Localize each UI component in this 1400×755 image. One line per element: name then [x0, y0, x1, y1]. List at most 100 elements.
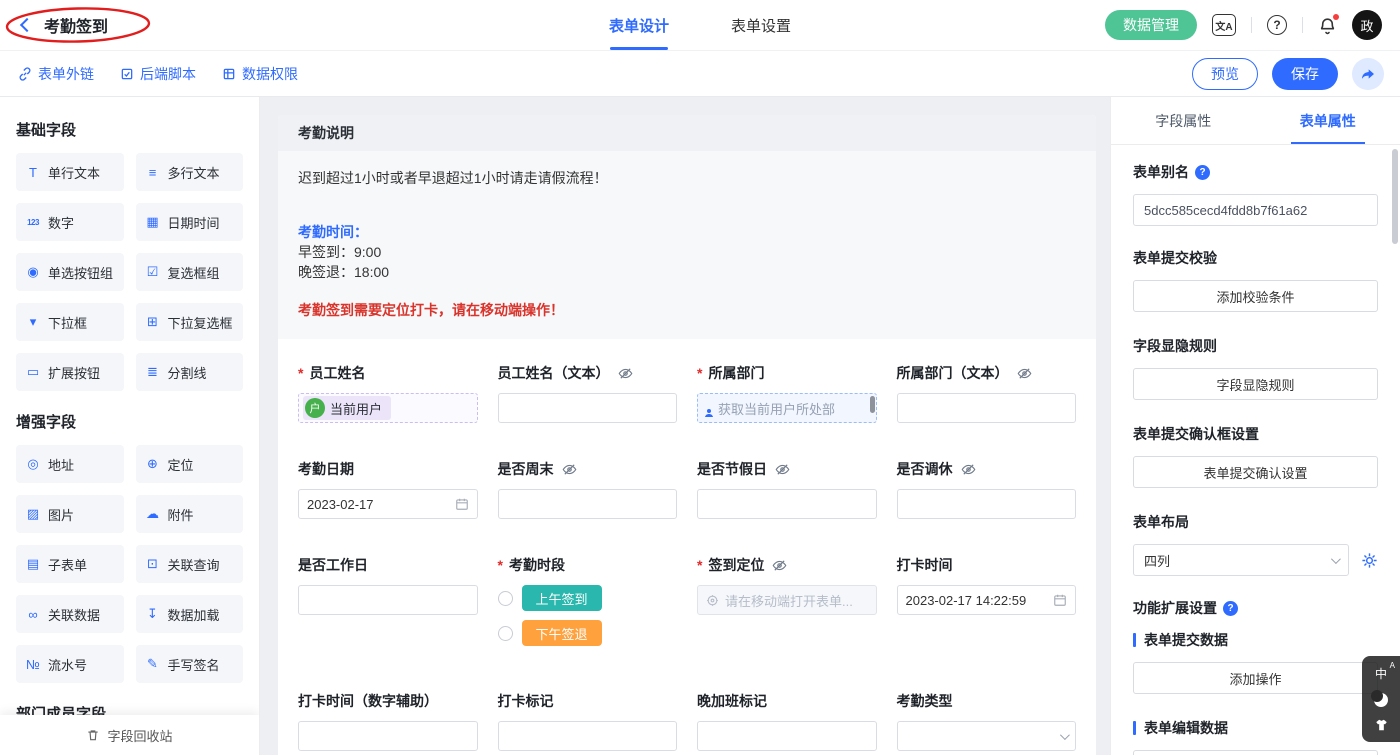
punch-time-picker[interactable]: 2023-02-17 14:22:59: [897, 585, 1077, 615]
divider: [1302, 17, 1303, 33]
field-item-number[interactable]: 123数字: [16, 203, 124, 241]
field-label: *签到定位: [697, 555, 877, 575]
location-icon: ⊕: [145, 456, 161, 472]
field-item-location[interactable]: ⊕定位: [136, 445, 244, 483]
field-item-image[interactable]: ▨图片: [16, 495, 124, 533]
edit-data-add-button[interactable]: 添加操作: [1133, 750, 1378, 755]
fields-grid: *员工姓名 户 当前用户 员工姓名（文本） *所属部门: [278, 339, 1096, 755]
field-item-data-load[interactable]: ↧数据加载: [136, 595, 244, 633]
field-item-multi-select[interactable]: ⊞下拉复选框: [136, 303, 244, 341]
dark-mode-icon[interactable]: [1374, 693, 1388, 707]
edit-data-label: 表单编辑数据: [1133, 718, 1378, 738]
tab-form-settings[interactable]: 表单设置: [731, 0, 791, 50]
field-item-signature[interactable]: ✎手写签名: [136, 645, 244, 683]
field-item-divider[interactable]: ≣分割线: [136, 353, 244, 391]
signin-location-control[interactable]: 请在移动端打开表单...: [697, 585, 877, 615]
field-item-select[interactable]: ▾ 下拉框: [16, 303, 124, 341]
dropdown-icon: ▾: [25, 314, 41, 330]
field-item-datetime[interactable]: ▦日期时间: [136, 203, 244, 241]
submit-validate-label: 表单提交校验: [1133, 248, 1378, 268]
data-manage-button[interactable]: 数据管理: [1105, 10, 1197, 40]
afternoon-signout-option: 下午签退: [498, 620, 678, 646]
field-item-serial-number[interactable]: №流水号: [16, 645, 124, 683]
form-external-link[interactable]: 表单外链: [18, 64, 94, 84]
item-label: 下拉框: [48, 313, 87, 332]
employee-name-text-input[interactable]: [498, 393, 678, 423]
is-adjusted-rest-input[interactable]: [897, 489, 1077, 519]
form-toolbar: 表单外链 后端脚本 数据权限 预览 保存: [0, 50, 1400, 97]
backend-script-link[interactable]: 后端脚本: [120, 64, 196, 84]
department-control[interactable]: 获取当前用户所处部: [697, 393, 877, 423]
data-permission-link[interactable]: 数据权限: [222, 64, 298, 84]
form-alias-input[interactable]: [1133, 194, 1378, 226]
field-visibility-rule-button[interactable]: 字段显隐规则: [1133, 368, 1378, 400]
punch-mark-input[interactable]: [498, 721, 678, 751]
share-icon: [1360, 66, 1376, 82]
back-icon[interactable]: [20, 18, 34, 32]
alias-help-icon[interactable]: ?: [1195, 165, 1210, 180]
properties-panel: 字段属性 表单属性 表单别名 ? 表单提交校验 添加校验条件 字段显隐规则 字段…: [1110, 97, 1400, 755]
layout-gear-icon[interactable]: [1361, 552, 1378, 569]
image-icon: ▨: [25, 506, 41, 522]
item-label: 关联查询: [168, 555, 220, 574]
help-icon[interactable]: ?: [1267, 15, 1287, 35]
add-validate-condition-button[interactable]: 添加校验条件: [1133, 280, 1378, 312]
radio-button[interactable]: [498, 591, 513, 606]
is-holiday-input[interactable]: [697, 489, 877, 519]
attendance-type-select[interactable]: [897, 721, 1077, 751]
required-star: *: [298, 365, 303, 381]
form-canvas: 考勤说明 迟到超过1小时或者早退超过1小时请走请假流程！ 考勤时间： 早签到：9…: [260, 97, 1110, 755]
datetime-value: 2023-02-17 14:22:59: [906, 593, 1027, 608]
field-item-checkbox-group[interactable]: ☑复选框组: [136, 253, 244, 291]
attendance-date-picker[interactable]: 2023-02-17: [298, 489, 478, 519]
overtime-mark-input[interactable]: [697, 721, 877, 751]
morning-signin-pill[interactable]: 上午签到: [522, 585, 602, 611]
tab-form-design[interactable]: 表单设计: [609, 0, 669, 50]
float-widget: 中A: [1362, 656, 1400, 742]
field-recycle-bin[interactable]: 字段回收站: [0, 715, 259, 755]
field-visibility-label: 字段显隐规则: [1133, 336, 1378, 356]
field-item-radio-group[interactable]: ◉单选按钮组: [16, 253, 124, 291]
department-text-input[interactable]: [897, 393, 1077, 423]
field-item-address[interactable]: ◎地址: [16, 445, 124, 483]
field-item-attachment[interactable]: ☁附件: [136, 495, 244, 533]
field-department: *所属部门 获取当前用户所处部: [697, 363, 877, 423]
panel-scrollbar[interactable]: [1392, 149, 1398, 244]
punch-time-numeric-input[interactable]: [298, 721, 478, 751]
field-label: 考勤类型: [897, 691, 1077, 711]
extend-help-icon[interactable]: ?: [1223, 601, 1238, 616]
is-workday-input[interactable]: [298, 585, 478, 615]
layout-select[interactable]: 四列: [1133, 544, 1349, 576]
field-item-multi-text[interactable]: ≡多行文本: [136, 153, 244, 191]
item-label: 扩展按钮: [48, 363, 100, 382]
field-item-extend-button[interactable]: ▭扩展按钮: [16, 353, 124, 391]
field-item-related-data[interactable]: ∞关联数据: [16, 595, 124, 633]
radio-button[interactable]: [498, 626, 513, 641]
submit-data-add-button[interactable]: 添加操作: [1133, 662, 1378, 694]
field-label: 员工姓名（文本）: [498, 363, 678, 383]
theme-skin-icon[interactable]: [1374, 718, 1389, 732]
is-weekend-input[interactable]: [498, 489, 678, 519]
afternoon-signout-pill[interactable]: 下午签退: [522, 620, 602, 646]
field-label: 晚加班标记: [697, 691, 877, 711]
morning-signin-text: 早签到：9:00: [298, 242, 1076, 262]
tab-field-properties[interactable]: 字段属性: [1111, 97, 1256, 144]
divider: [1251, 17, 1252, 33]
employee-name-control[interactable]: 户 当前用户: [298, 393, 478, 423]
bell-icon[interactable]: [1318, 16, 1337, 35]
field-item-subform[interactable]: ▤子表单: [16, 545, 124, 583]
attachment-icon: ☁: [145, 506, 161, 522]
field-item-related-query[interactable]: ⊡关联查询: [136, 545, 244, 583]
avatar[interactable]: 政: [1352, 10, 1382, 40]
language-toggle[interactable]: 中A: [1375, 665, 1387, 682]
translate-icon[interactable]: 文A: [1212, 14, 1236, 36]
scrollbar-thumb[interactable]: [870, 396, 875, 413]
submit-confirm-setting-button[interactable]: 表单提交确认设置: [1133, 456, 1378, 488]
save-button[interactable]: 保存: [1272, 58, 1338, 90]
share-button[interactable]: [1352, 58, 1384, 90]
notification-dot: [1333, 14, 1339, 20]
preview-button[interactable]: 预览: [1192, 58, 1258, 90]
tab-form-properties[interactable]: 表单属性: [1256, 97, 1400, 144]
item-label: 地址: [48, 455, 74, 474]
field-item-single-text[interactable]: T单行文本: [16, 153, 124, 191]
